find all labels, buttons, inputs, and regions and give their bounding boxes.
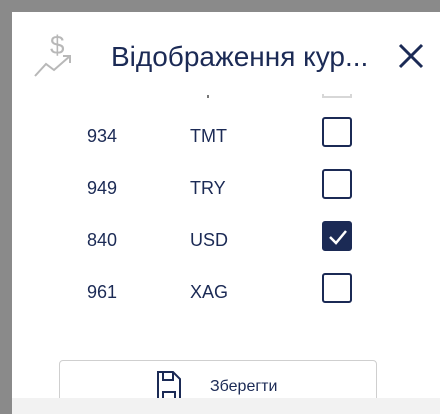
dollar-chart-icon: $ — [32, 30, 74, 78]
svg-text:$: $ — [50, 30, 65, 60]
list-item: 949 TRY — [0, 169, 440, 209]
window-frame-top — [0, 0, 440, 12]
currency-checkbox[interactable] — [322, 169, 352, 199]
list-item: 934 TMT — [0, 117, 440, 157]
currency-code: 840 — [87, 230, 118, 250]
currency-name: TMT — [190, 126, 227, 146]
clipped-row-text — [207, 95, 209, 98]
currency-checkbox[interactable] — [322, 117, 352, 147]
list-item: 961 XAG — [0, 273, 440, 313]
currency-name: XAG — [190, 282, 229, 302]
currency-name: TRY — [190, 178, 226, 198]
list-item: 840 USD — [0, 221, 440, 261]
currency-checkbox[interactable] — [322, 273, 352, 303]
currency-code: 934 — [87, 126, 118, 146]
close-icon[interactable] — [396, 41, 428, 73]
dialog-title: Відображення кур... — [111, 41, 369, 72]
footer-bar — [12, 398, 440, 414]
currency-code: 949 — [87, 178, 118, 198]
save-button-label: Зберегти — [210, 378, 278, 395]
currency-checkbox[interactable] — [322, 221, 352, 251]
checkmark-icon — [329, 230, 347, 245]
currency-name: USD — [190, 230, 229, 250]
currency-code: 961 — [87, 282, 118, 302]
clipped-row-checkbox — [322, 94, 352, 98]
